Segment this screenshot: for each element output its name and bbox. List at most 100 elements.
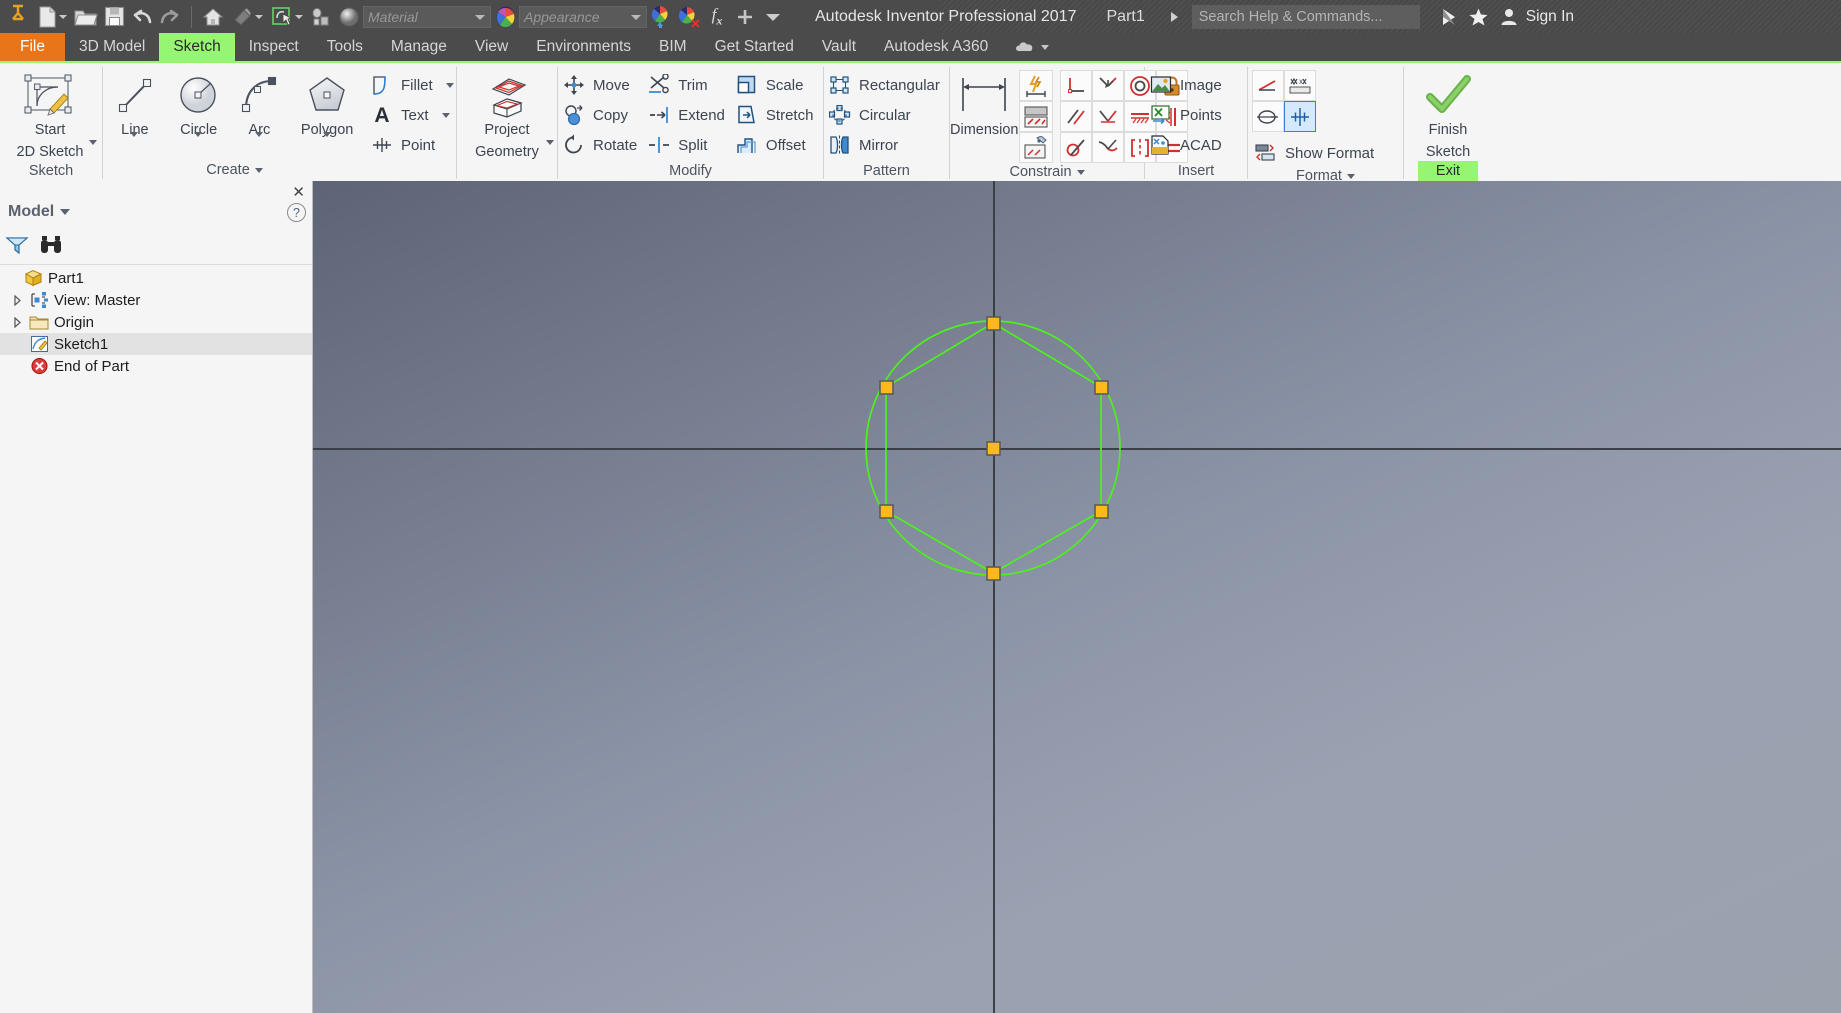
- sketch-handle-center[interactable]: [986, 441, 1001, 456]
- collinear-constraint-icon[interactable]: [1091, 101, 1124, 132]
- smooth-constraint-icon[interactable]: [1091, 132, 1124, 163]
- tree-item-end-of-part[interactable]: End of Part: [0, 355, 312, 377]
- star-icon[interactable]: [1464, 4, 1494, 30]
- tab-file[interactable]: File: [0, 33, 65, 61]
- chevron-down-icon[interactable]: [194, 131, 203, 137]
- scale-button[interactable]: Scale: [731, 70, 820, 100]
- home-icon[interactable]: [199, 3, 227, 31]
- image-button[interactable]: Image: [1145, 70, 1228, 100]
- expand-search-arrow-icon[interactable]: [1170, 11, 1178, 22]
- rotate-button[interactable]: Rotate: [558, 130, 643, 160]
- construction-line-icon[interactable]: [1252, 70, 1284, 101]
- tab-inspect[interactable]: Inspect: [235, 33, 313, 61]
- chevron-down-icon[interactable]: [475, 14, 485, 20]
- tab-get-started[interactable]: Get Started: [701, 33, 808, 61]
- fx-parameters-icon[interactable]: fx: [703, 3, 731, 31]
- clear-appearance-icon[interactable]: [675, 3, 703, 31]
- chevron-down-icon[interactable]: [89, 140, 97, 146]
- sketch-handles[interactable]: [879, 316, 1109, 581]
- parallel-constraint-icon[interactable]: [1059, 101, 1092, 132]
- browser-title[interactable]: Model: [8, 203, 71, 221]
- open-file-icon[interactable]: [72, 3, 100, 31]
- centerline-icon[interactable]: [1252, 101, 1284, 132]
- sign-in-button[interactable]: Sign In: [1526, 8, 1574, 26]
- finish-sketch-button[interactable]: Finish Sketch: [1404, 66, 1492, 161]
- acad-button[interactable]: ACAD: [1145, 130, 1228, 160]
- point-button[interactable]: Point: [366, 130, 460, 160]
- polygon-button[interactable]: Polygon: [288, 66, 366, 140]
- adjust-appearance-icon[interactable]: [647, 3, 675, 31]
- coincident-constraint-icon[interactable]: [1091, 70, 1124, 101]
- constraint-settings-icon[interactable]: [1018, 132, 1053, 163]
- offset-button[interactable]: Offset: [731, 130, 820, 160]
- appearance-color-wheel-icon[interactable]: [491, 3, 519, 31]
- mirror-button[interactable]: Mirror: [824, 130, 946, 160]
- chevron-down-icon[interactable]: [1041, 44, 1050, 50]
- sketch-handle[interactable]: [1094, 380, 1109, 395]
- appearance-dropdown[interactable]: Appearance: [519, 5, 647, 28]
- appearance-paint-icon[interactable]: [227, 3, 267, 31]
- sketch-handle[interactable]: [986, 316, 1001, 331]
- tree-item-view-master[interactable]: View: Master: [0, 289, 312, 311]
- center-point-icon[interactable]: [1284, 101, 1316, 132]
- graphics-canvas[interactable]: [313, 181, 1841, 1013]
- undo-icon[interactable]: [128, 3, 156, 31]
- tab-3d-model[interactable]: 3D Model: [65, 33, 159, 61]
- extend-button[interactable]: Extend: [643, 100, 731, 130]
- stretch-button[interactable]: Stretch: [731, 100, 820, 130]
- sketch-handle[interactable]: [1094, 504, 1109, 519]
- tab-view[interactable]: View: [461, 33, 522, 61]
- chevron-down-icon[interactable]: [441, 112, 450, 118]
- split-button[interactable]: Split: [643, 130, 731, 160]
- chevron-down-icon[interactable]: [1076, 169, 1085, 175]
- twisty-collapsed-icon[interactable]: [10, 294, 24, 306]
- chevron-down-icon[interactable]: [254, 167, 263, 173]
- user-icon[interactable]: [1494, 4, 1524, 30]
- chevron-down-icon[interactable]: [254, 14, 263, 19]
- tab-sketch[interactable]: Sketch: [159, 33, 235, 61]
- sketch-handle[interactable]: [879, 504, 894, 519]
- customize-toolbar-icon[interactable]: [759, 3, 787, 31]
- line-button[interactable]: Line: [103, 66, 167, 140]
- circular-pattern-button[interactable]: Circular: [824, 100, 946, 130]
- signal-icon[interactable]: [1434, 4, 1464, 30]
- tree-item-origin[interactable]: Origin: [0, 311, 312, 333]
- rectangular-pattern-button[interactable]: Rectangular: [824, 70, 946, 100]
- show-constraints-icon[interactable]: [1018, 101, 1053, 132]
- search-help-input[interactable]: Search Help & Commands...: [1191, 4, 1420, 29]
- move-button[interactable]: Move: [558, 70, 643, 100]
- start-2d-sketch-button[interactable]: Start 2D Sketch: [0, 66, 100, 161]
- chevron-down-icon[interactable]: [254, 131, 263, 137]
- tab-environments[interactable]: Environments: [522, 33, 645, 61]
- sketch-handle[interactable]: [986, 566, 1001, 581]
- tab-manage[interactable]: Manage: [377, 33, 461, 61]
- cloud-status-icon[interactable]: [1002, 33, 1061, 61]
- sketch-handle[interactable]: [879, 380, 894, 395]
- chevron-down-icon[interactable]: [546, 140, 554, 146]
- filter-icon[interactable]: [5, 235, 29, 260]
- twisty-collapsed-icon[interactable]: [10, 316, 24, 328]
- chevron-down-icon[interactable]: [58, 14, 67, 19]
- chevron-down-icon[interactable]: [295, 14, 303, 19]
- tab-autodesk-a360[interactable]: Autodesk A360: [870, 33, 1002, 61]
- material-dropdown[interactable]: Material: [363, 5, 491, 28]
- driven-dimension-icon[interactable]: x: [1284, 70, 1316, 101]
- chevron-down-icon[interactable]: [60, 209, 71, 215]
- arc-button[interactable]: Arc: [231, 66, 289, 140]
- auto-dimension-icon[interactable]: [1018, 70, 1053, 101]
- fillet-button[interactable]: Fillet: [366, 70, 460, 100]
- chevron-down-icon[interactable]: [445, 82, 454, 88]
- perpendicular-constraint-icon[interactable]: [1059, 70, 1092, 101]
- trim-button[interactable]: Trim: [643, 70, 731, 100]
- chevron-down-icon[interactable]: [130, 131, 139, 137]
- tab-vault[interactable]: Vault: [808, 33, 870, 61]
- add-to-toolbar-icon[interactable]: [731, 3, 759, 31]
- show-format-button[interactable]: Show Format: [1252, 138, 1380, 168]
- copy-button[interactable]: Copy: [558, 100, 643, 130]
- project-geometry-button[interactable]: Project Geometry: [457, 66, 557, 161]
- save-icon[interactable]: [100, 3, 128, 31]
- tangent-constraint-icon[interactable]: [1059, 132, 1092, 163]
- sketch-geometry[interactable]: [313, 181, 1841, 1013]
- text-button[interactable]: A Text: [366, 100, 460, 130]
- material-sphere-icon[interactable]: [335, 3, 363, 31]
